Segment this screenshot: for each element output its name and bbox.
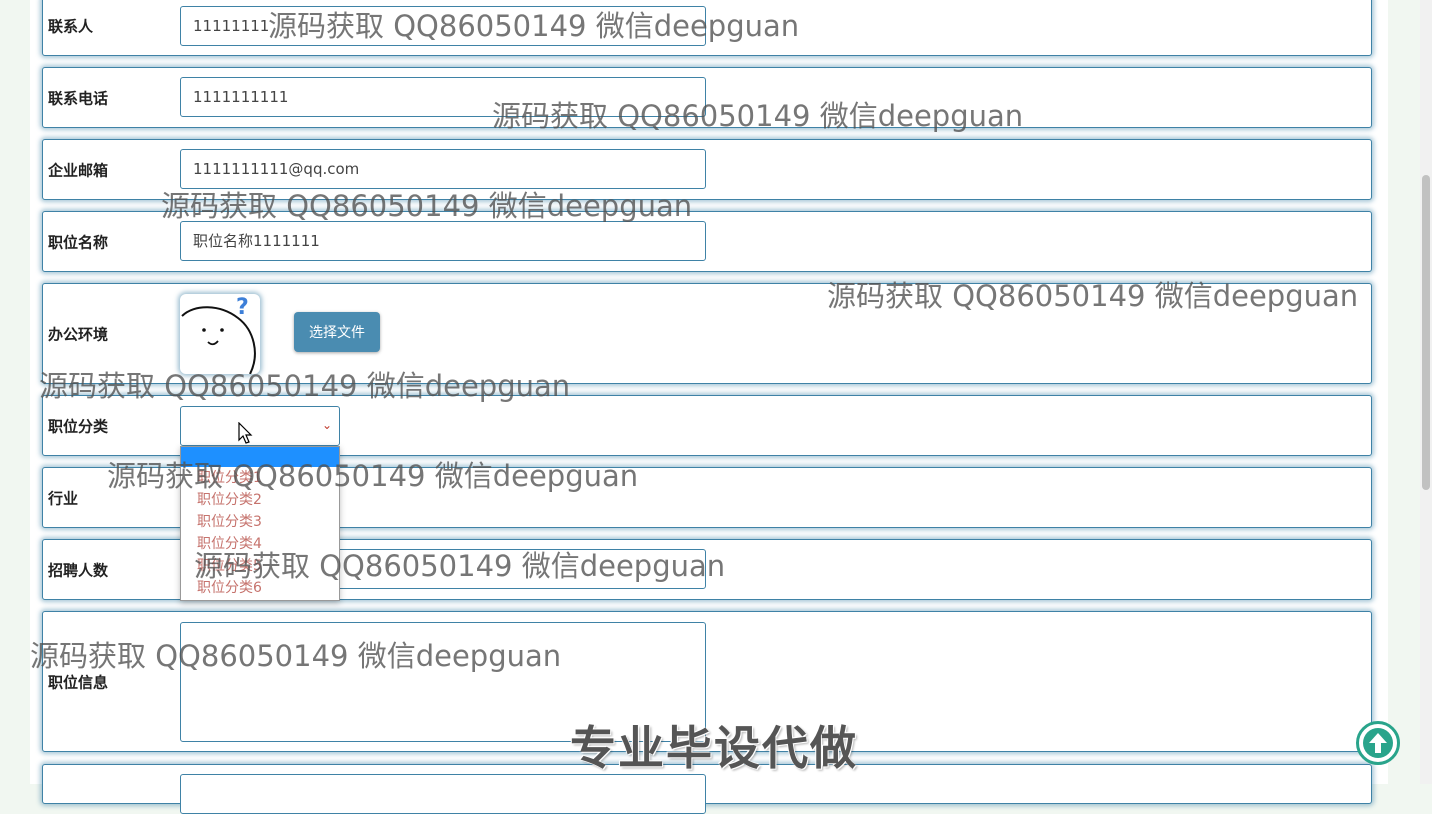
dropdown-option[interactable]: 职位分类6: [181, 577, 339, 599]
next-field-input[interactable]: [180, 774, 706, 814]
category-dropdown-list[interactable]: 职位分类1 职位分类2 职位分类3 职位分类4 职位分类5 职位分类6: [180, 446, 340, 601]
email-label: 企业邮箱: [48, 161, 109, 179]
form-page: 联系人 11111111 联系电话 1111111111 企业邮箱 111111…: [30, 0, 1388, 814]
scrollbar-thumb[interactable]: [1422, 175, 1430, 490]
contact-label: 联系人: [48, 17, 94, 36]
job-name-label: 职位名称: [48, 233, 109, 251]
row-job-name: 职位名称 职位名称1111111: [42, 211, 1372, 272]
row-email: 企业邮箱 1111111111@qq.com: [42, 139, 1372, 200]
page-scrollbar[interactable]: [1420, 0, 1432, 784]
dropdown-highlighted-blank-option[interactable]: [181, 447, 339, 467]
back-to-top-button[interactable]: [1356, 721, 1400, 765]
dropdown-option[interactable]: 职位分类3: [181, 511, 339, 533]
row-phone: 联系电话 1111111111: [42, 67, 1372, 128]
dropdown-option[interactable]: 职位分类4: [181, 533, 339, 555]
phone-input[interactable]: 1111111111: [180, 77, 706, 117]
job-name-input[interactable]: 职位名称1111111: [180, 221, 706, 261]
arrow-up-icon: [1363, 728, 1393, 758]
office-label: 办公环境: [48, 325, 109, 343]
job-info-label: 职位信息: [48, 673, 109, 691]
row-office: 办公环境 ? 选择文件: [42, 283, 1372, 384]
mouse-cursor-icon: [238, 422, 253, 444]
office-image-preview[interactable]: ?: [180, 294, 260, 374]
dropdown-option[interactable]: 职位分类2: [181, 489, 339, 511]
dropdown-option[interactable]: 职位分类1: [181, 467, 339, 489]
phone-label: 联系电话: [48, 89, 109, 107]
category-select[interactable]: ⌄: [180, 406, 340, 446]
contact-input[interactable]: 11111111: [180, 6, 706, 46]
promo-banner-text: 专业毕设代做: [570, 721, 858, 775]
category-label: 职位分类: [48, 417, 109, 435]
email-input[interactable]: 1111111111@qq.com: [180, 149, 706, 189]
svg-text:?: ?: [236, 295, 249, 320]
dropdown-option[interactable]: 职位分类5: [181, 555, 339, 577]
headcount-label: 招聘人数: [48, 561, 109, 579]
face-sketch-icon: ?: [181, 295, 256, 374]
choose-file-button[interactable]: 选择文件: [294, 312, 380, 352]
row-contact: 联系人 11111111: [42, 0, 1372, 56]
chevron-down-icon: ⌄: [321, 418, 332, 432]
industry-label: 行业: [48, 489, 79, 507]
